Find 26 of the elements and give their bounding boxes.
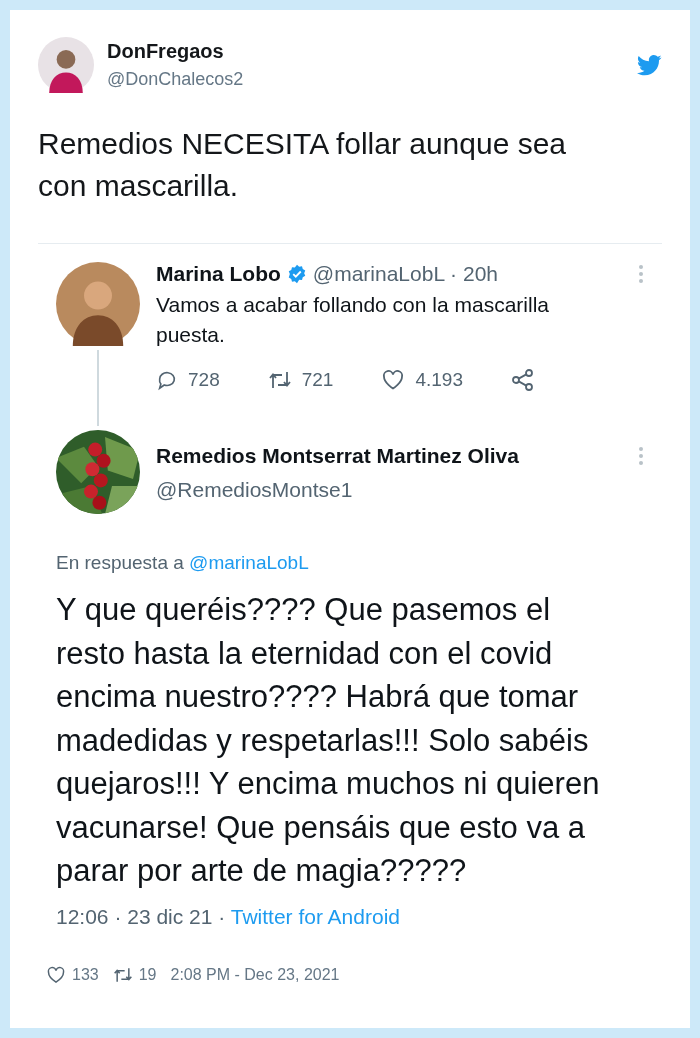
timestamp: 12:06 · 23 dic 21 · bbox=[56, 904, 226, 928]
user-name: Remedios Montserrat Martinez Oliva bbox=[156, 444, 519, 468]
heart-icon[interactable] bbox=[381, 368, 406, 392]
reply-text: Y que queréis???? Que pasemos el resto hasta la eternidad con el covid encima nuestro???? Habrá que tomar madedidas y respetarlas!!! Solo sabéis quejaros!!! Y encima muchos ni quieren vacunarse! Que pensáis que esto va a parar por arte de magia????? bbox=[56, 591, 601, 890]
handle-time: @marinaLobL · 20h bbox=[312, 262, 498, 286]
reply-count: 728 bbox=[188, 369, 220, 391]
tweet-text: Vamos a acabar follando con la mascarilla puesta. bbox=[156, 292, 550, 348]
user-handle: @DonChalecos2 bbox=[107, 69, 244, 90]
reply-context: En respuesta a @marinaLobL bbox=[56, 552, 310, 574]
tweet-text: Remedios NECESITA follar aunque sea con mascarilla. bbox=[38, 126, 568, 204]
avatar-icon[interactable] bbox=[56, 262, 140, 346]
source-link[interactable]: Twitter for Android bbox=[230, 904, 400, 928]
user-name: Marina Lobo bbox=[156, 262, 281, 286]
bird-icon bbox=[637, 54, 662, 76]
tweet-date: 2:08 PM - Dec 23, 2021 bbox=[170, 965, 340, 984]
avatar-icon[interactable] bbox=[38, 37, 94, 93]
like-count: 4.193 bbox=[415, 369, 463, 391]
like-count: 133 bbox=[72, 965, 99, 984]
retweet-count: 721 bbox=[301, 369, 334, 391]
reply-icon[interactable] bbox=[156, 369, 178, 391]
heart-icon[interactable] bbox=[46, 964, 66, 985]
share-icon[interactable] bbox=[510, 368, 535, 392]
mention-link[interactable]: @marinaLobL bbox=[189, 552, 309, 573]
user-name: DonFregaos bbox=[107, 40, 225, 63]
retweet-count: 19 bbox=[138, 965, 157, 984]
user-handle: @RemediosMontse1 bbox=[156, 478, 354, 502]
